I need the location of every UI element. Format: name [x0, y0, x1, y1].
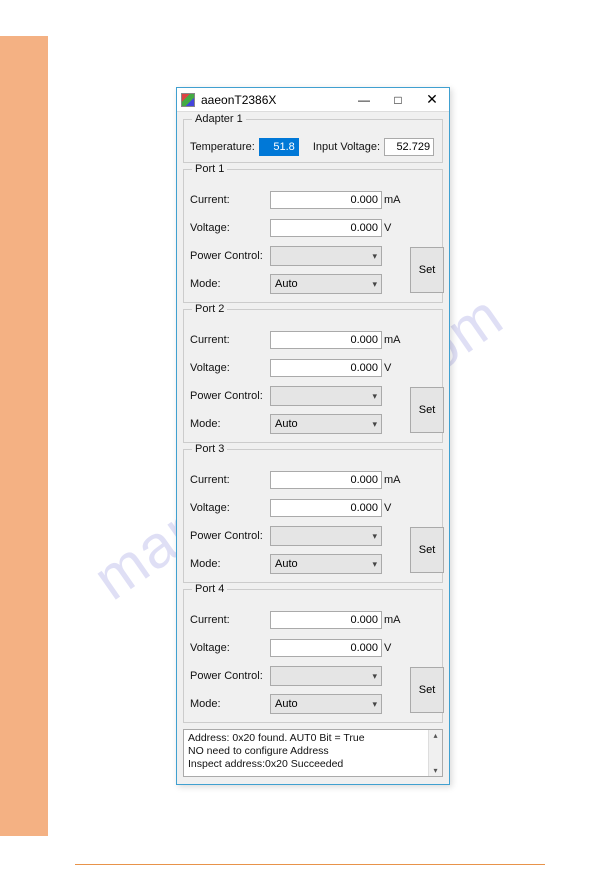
- voltage-unit: V: [384, 502, 408, 514]
- current-label: Current:: [190, 614, 268, 626]
- current-label: Current:: [190, 474, 268, 486]
- current-label: Current:: [190, 334, 268, 346]
- port-title: Port 3: [192, 443, 227, 455]
- voltage-field[interactable]: 0.000: [270, 499, 382, 517]
- power-control-label: Power Control:: [190, 250, 268, 262]
- set-button[interactable]: Set: [410, 387, 444, 433]
- current-label: Current:: [190, 194, 268, 206]
- mode-combo[interactable]: Auto▾: [270, 554, 382, 574]
- log-scrollbar[interactable]: ▴ ▾: [428, 730, 442, 776]
- maximize-button[interactable]: □: [381, 88, 415, 111]
- current-unit: mA: [384, 194, 408, 206]
- voltage-unit: V: [384, 642, 408, 654]
- voltage-label: Voltage:: [190, 642, 268, 654]
- set-button[interactable]: Set: [410, 667, 444, 713]
- close-button[interactable]: ✕: [415, 88, 449, 111]
- adapter-group: Adapter 1 Temperature: 51.8 Input Voltag…: [183, 119, 443, 163]
- input-voltage-label: Input Voltage:: [313, 141, 380, 153]
- chevron-down-icon: ▾: [372, 671, 377, 682]
- power-control-combo[interactable]: ▾: [270, 386, 382, 406]
- power-control-label: Power Control:: [190, 670, 268, 682]
- port-title: Port 2: [192, 303, 227, 315]
- power-control-label: Power Control:: [190, 530, 268, 542]
- mode-combo[interactable]: Auto▾: [270, 414, 382, 434]
- app-window: aaeonT2386X — □ ✕ Adapter 1 Temperature:…: [176, 87, 450, 785]
- power-control-combo[interactable]: ▾: [270, 526, 382, 546]
- power-control-combo[interactable]: ▾: [270, 666, 382, 686]
- log-line: NO need to configure Address: [188, 745, 424, 758]
- port-group-1: Port 1Current:0.000mAVoltage:0.000VPower…: [183, 169, 443, 303]
- minimize-button[interactable]: —: [347, 88, 381, 111]
- chevron-down-icon: ▾: [372, 251, 377, 262]
- mode-label: Mode:: [190, 558, 268, 570]
- page-sidebar-accent: [0, 36, 48, 836]
- mode-label: Mode:: [190, 278, 268, 290]
- set-button[interactable]: Set: [410, 527, 444, 573]
- log-output: Address: 0x20 found. AUT0 Bit = True NO …: [183, 729, 443, 777]
- set-button[interactable]: Set: [410, 247, 444, 293]
- port-group-2: Port 2Current:0.000mAVoltage:0.000VPower…: [183, 309, 443, 443]
- current-unit: mA: [384, 334, 408, 346]
- mode-label: Mode:: [190, 418, 268, 430]
- log-line: Inspect address:0x20 Succeeded: [188, 758, 424, 771]
- app-icon: [181, 93, 195, 107]
- adapter-title: Adapter 1: [192, 113, 246, 125]
- mode-label: Mode:: [190, 698, 268, 710]
- window-controls: — □ ✕: [347, 88, 449, 111]
- chevron-down-icon: ▾: [372, 279, 377, 290]
- current-field[interactable]: 0.000: [270, 191, 382, 209]
- current-unit: mA: [384, 614, 408, 626]
- voltage-label: Voltage:: [190, 362, 268, 374]
- voltage-unit: V: [384, 222, 408, 234]
- voltage-unit: V: [384, 362, 408, 374]
- voltage-label: Voltage:: [190, 502, 268, 514]
- scroll-down-icon[interactable]: ▾: [433, 766, 437, 775]
- input-voltage-field[interactable]: 52.729: [384, 138, 434, 156]
- current-unit: mA: [384, 474, 408, 486]
- power-control-label: Power Control:: [190, 390, 268, 402]
- current-field[interactable]: 0.000: [270, 471, 382, 489]
- voltage-field[interactable]: 0.000: [270, 359, 382, 377]
- port-title: Port 1: [192, 163, 227, 175]
- scroll-up-icon[interactable]: ▴: [433, 731, 437, 740]
- temperature-label: Temperature:: [190, 141, 255, 153]
- temperature-field[interactable]: 51.8: [259, 138, 299, 156]
- current-field[interactable]: 0.000: [270, 611, 382, 629]
- chevron-down-icon: ▾: [372, 391, 377, 402]
- window-title: aaeonT2386X: [201, 93, 347, 107]
- log-line: Address: 0x20 found. AUT0 Bit = True: [188, 732, 424, 745]
- mode-combo[interactable]: Auto▾: [270, 694, 382, 714]
- voltage-field[interactable]: 0.000: [270, 639, 382, 657]
- chevron-down-icon: ▾: [372, 699, 377, 710]
- chevron-down-icon: ▾: [372, 559, 377, 570]
- port-group-4: Port 4Current:0.000mAVoltage:0.000VPower…: [183, 589, 443, 723]
- current-field[interactable]: 0.000: [270, 331, 382, 349]
- mode-combo[interactable]: Auto▾: [270, 274, 382, 294]
- chevron-down-icon: ▾: [372, 531, 377, 542]
- power-control-combo[interactable]: ▾: [270, 246, 382, 266]
- temperature-value: 51.8: [260, 139, 298, 155]
- footer-divider: [75, 864, 545, 865]
- window-body: Adapter 1 Temperature: 51.8 Input Voltag…: [177, 112, 449, 784]
- port-title: Port 4: [192, 583, 227, 595]
- log-text[interactable]: Address: 0x20 found. AUT0 Bit = True NO …: [184, 730, 428, 776]
- voltage-label: Voltage:: [190, 222, 268, 234]
- chevron-down-icon: ▾: [372, 419, 377, 430]
- titlebar[interactable]: aaeonT2386X — □ ✕: [177, 88, 449, 112]
- voltage-field[interactable]: 0.000: [270, 219, 382, 237]
- port-group-3: Port 3Current:0.000mAVoltage:0.000VPower…: [183, 449, 443, 583]
